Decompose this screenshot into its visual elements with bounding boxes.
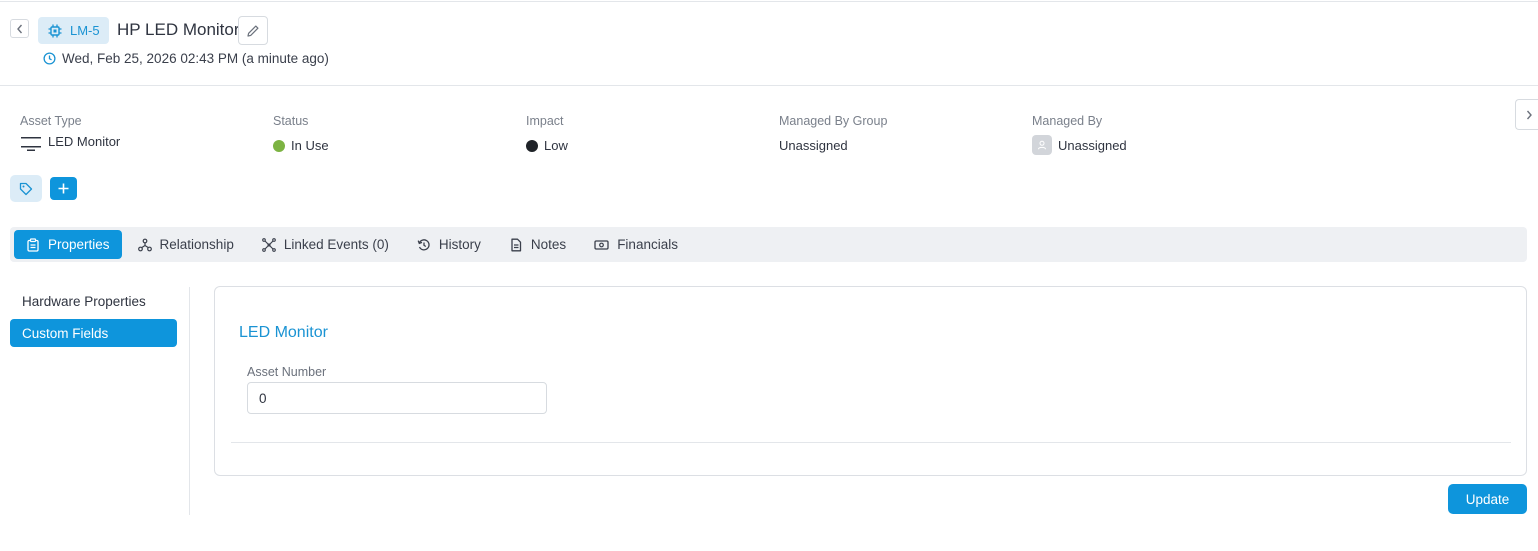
asset-number-label: Asset Number	[247, 365, 327, 379]
summary-impact: Impact Low	[526, 114, 568, 153]
tab-relationship[interactable]: Relationship	[126, 230, 246, 259]
managed-by-value: Unassigned	[1058, 137, 1127, 153]
asset-type-value: LED Monitor	[48, 133, 121, 149]
impact-dot	[526, 139, 538, 152]
page-title: HP LED Monitor	[117, 20, 240, 39]
status-dot	[273, 139, 285, 152]
tab-label: Financials	[617, 237, 678, 252]
asset-id-chip: LM-5	[38, 17, 109, 44]
impact-value-field[interactable]: Low	[526, 138, 568, 153]
tags-button[interactable]	[10, 175, 42, 202]
header-divider	[0, 85, 1538, 86]
tag-icon	[19, 182, 33, 195]
created-timestamp: Wed, Feb 25, 2026 02:43 PM (a minute ago…	[43, 51, 329, 66]
tab-label: Properties	[48, 237, 110, 252]
clock-icon	[43, 52, 56, 65]
linked-events-icon	[261, 237, 276, 252]
chevron-left-icon	[16, 24, 22, 33]
back-button[interactable]	[10, 19, 29, 38]
timestamp-text: Wed, Feb 25, 2026 02:43 PM (a minute ago…	[62, 51, 329, 66]
impact-value: Low	[544, 138, 568, 153]
chevron-right-icon	[1526, 110, 1532, 119]
summary-managed-by-group: Managed By Group Unassigned	[779, 114, 887, 153]
panel-divider	[231, 442, 1511, 443]
properties-side-nav: Hardware Properties Custom Fields	[10, 287, 177, 351]
section-title: LED Monitor	[239, 324, 328, 341]
history-icon	[417, 238, 430, 250]
status-value: In Use	[291, 138, 329, 153]
asset-number-input[interactable]	[247, 382, 547, 414]
tab-notes[interactable]: Notes	[497, 230, 578, 259]
relationship-icon	[137, 238, 152, 251]
asset-type-label: Asset Type	[20, 114, 82, 128]
edit-title-button[interactable]	[238, 16, 268, 45]
update-button[interactable]: Update	[1448, 484, 1527, 514]
side-nav-divider	[189, 287, 190, 515]
status-label: Status	[273, 114, 309, 128]
side-nav-hardware-properties[interactable]: Hardware Properties	[10, 287, 177, 315]
managed-by-group-label: Managed By Group	[779, 114, 888, 128]
side-nav-custom-fields[interactable]: Custom Fields	[10, 319, 177, 347]
pencil-icon	[247, 25, 259, 37]
tab-label: History	[438, 237, 481, 252]
summary-asset-type: Asset Type LED Monitor	[20, 114, 120, 153]
tab-label: Relationship	[159, 237, 234, 252]
tab-label: Linked Events (0)	[283, 237, 389, 252]
add-tag-button[interactable]	[50, 177, 77, 200]
monitor-icon	[21, 137, 41, 151]
tab-history[interactable]: History	[405, 230, 493, 259]
expand-side-panel-button[interactable]	[1515, 99, 1538, 130]
summary-managed-by: Managed By Unassigned	[1032, 114, 1127, 155]
tab-linked-events[interactable]: Linked Events (0)	[250, 230, 401, 259]
impact-label: Impact	[526, 114, 564, 128]
managed-by-group-value[interactable]: Unassigned	[779, 138, 887, 153]
custom-fields-panel: LED Monitor Asset Number	[214, 286, 1527, 476]
plus-icon	[58, 183, 69, 194]
clipboard-icon	[27, 237, 39, 252]
tab-financials[interactable]: Financials	[582, 230, 690, 259]
user-icon	[1038, 140, 1046, 150]
chip-icon	[48, 24, 62, 37]
financials-icon	[594, 239, 609, 250]
asset-id-label: LM-5	[70, 23, 100, 38]
managed-by-value-field[interactable]: Unassigned	[1032, 135, 1127, 155]
summary-status: Status In Use	[273, 114, 329, 153]
tab-properties[interactable]: Properties	[14, 230, 122, 259]
notes-icon	[511, 238, 522, 251]
status-value-field[interactable]: In Use	[273, 138, 329, 153]
managed-by-label: Managed By	[1032, 114, 1103, 128]
tab-label: Notes	[530, 237, 567, 252]
avatar	[1032, 135, 1052, 155]
tab-bar: Properties Relationship Linked Events (0…	[10, 227, 1527, 262]
top-divider	[0, 1, 1538, 2]
